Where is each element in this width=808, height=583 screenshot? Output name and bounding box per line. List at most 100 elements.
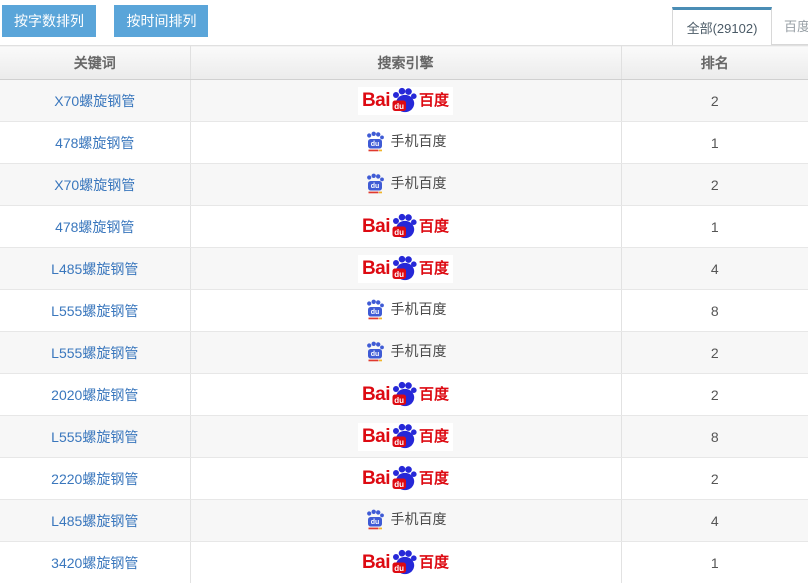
svg-text:du: du (370, 519, 379, 526)
mobile-baidu-icon: du (365, 509, 386, 530)
rank-cell: 2 (621, 458, 808, 500)
mobile-baidu-icon: du (365, 173, 386, 194)
rank-value: 1 (711, 555, 719, 571)
mobile-baidu-label: 手机百度 (391, 173, 447, 193)
baidu-logo-bai-text: Bai (362, 553, 390, 572)
rank-cell: 4 (621, 248, 808, 290)
column-header-keyword: 关键词 (0, 46, 190, 80)
baidu-logo-cn-text: 百度 (419, 555, 449, 570)
mobile-baidu: du 手机百度 (365, 299, 447, 320)
keyword-link[interactable]: 478螺旋钢管 (55, 135, 134, 151)
keyword-link[interactable]: L555螺旋钢管 (51, 429, 138, 445)
rank-value: 2 (711, 177, 719, 193)
engine-cell: Bai du 百度 (190, 416, 621, 458)
rank-value: 1 (711, 135, 719, 151)
baidu-logo-bai-text: Bai (362, 469, 390, 488)
baidu-logo: Bai du 百度 (358, 87, 453, 115)
keyword-cell: L485螺旋钢管 (0, 500, 190, 542)
svg-text:du: du (370, 309, 379, 316)
baidu-logo-cn-text: 百度 (419, 93, 449, 108)
rank-value: 2 (711, 387, 719, 403)
keyword-cell: L555螺旋钢管 (0, 290, 190, 332)
engine-cell: Bai du 百度 (190, 374, 621, 416)
baidu-logo: Bai du 百度 (358, 423, 453, 451)
keyword-cell: X70螺旋钢管 (0, 80, 190, 122)
svg-text:du: du (370, 141, 379, 148)
mobile-baidu-label: 手机百度 (391, 131, 447, 151)
mobile-baidu-label: 手机百度 (391, 509, 447, 529)
table-row: 3420螺旋钢管 Bai du 百度 (0, 542, 808, 583)
mobile-baidu-label: 手机百度 (391, 341, 447, 361)
mobile-baidu-label: 手机百度 (391, 299, 447, 319)
engine-cell: Bai du 百度 (190, 542, 621, 583)
rank-value: 4 (711, 513, 719, 529)
keyword-link[interactable]: X70螺旋钢管 (54, 93, 135, 109)
rank-value: 8 (711, 429, 719, 445)
baidu-paw-icon: du (391, 87, 418, 114)
keyword-link[interactable]: L485螺旋钢管 (51, 261, 138, 277)
tab-baidu[interactable]: 百度 (772, 7, 808, 45)
baidu-logo-bai-text: Bai (362, 259, 390, 278)
baidu-logo: Bai du 百度 (358, 381, 453, 409)
rank-value: 1 (711, 219, 719, 235)
rank-cell: 8 (621, 290, 808, 332)
table-row: 2020螺旋钢管 Bai du 百度 (0, 374, 808, 416)
mobile-baidu: du 手机百度 (365, 341, 447, 362)
engine-tabs: 全部(29102) 百度 (672, 7, 808, 45)
keyword-link[interactable]: X70螺旋钢管 (54, 177, 135, 193)
engine-cell: Bai du 百度 (190, 458, 621, 500)
keyword-cell: 478螺旋钢管 (0, 206, 190, 248)
rank-value: 2 (711, 345, 719, 361)
mobile-baidu-icon: du (365, 299, 386, 320)
rank-cell: 1 (621, 542, 808, 583)
baidu-logo-cn-text: 百度 (419, 429, 449, 444)
keyword-link[interactable]: L485螺旋钢管 (51, 513, 138, 529)
keyword-ranking-page: 按字数排列 按时间排列 全部(29102) 百度 关键词 搜索引擎 排名 X70… (0, 0, 808, 583)
baidu-logo-cn-text: 百度 (419, 261, 449, 276)
table-row: L485螺旋钢管 Bai du 百度 (0, 248, 808, 290)
sort-by-chars-button[interactable]: 按字数排列 (2, 5, 96, 37)
svg-text:du: du (370, 351, 379, 358)
keyword-link[interactable]: 3420螺旋钢管 (51, 555, 138, 571)
rank-value: 2 (711, 471, 719, 487)
baidu-logo-cn-text: 百度 (419, 471, 449, 486)
baidu-paw-icon: du (391, 549, 418, 576)
svg-text:du: du (394, 438, 404, 447)
baidu-logo-bai-text: Bai (362, 217, 390, 236)
rank-cell: 8 (621, 416, 808, 458)
mobile-baidu: du 手机百度 (365, 173, 447, 194)
baidu-logo: Bai du 百度 (358, 549, 453, 577)
table-row: L555螺旋钢管 (0, 290, 808, 332)
baidu-paw-icon: du (391, 213, 418, 240)
table-row: 478螺旋钢管 Bai du 百度 (0, 206, 808, 248)
baidu-paw-icon: du (391, 255, 418, 282)
table-row: L555螺旋钢管 Bai du 百度 (0, 416, 808, 458)
keyword-cell: L485螺旋钢管 (0, 248, 190, 290)
rank-value: 8 (711, 303, 719, 319)
rank-value: 4 (711, 261, 719, 277)
keyword-link[interactable]: L555螺旋钢管 (51, 345, 138, 361)
rank-cell: 2 (621, 80, 808, 122)
baidu-logo-bai-text: Bai (362, 385, 390, 404)
column-header-rank: 排名 (621, 46, 808, 80)
keyword-cell: 3420螺旋钢管 (0, 542, 190, 583)
baidu-logo: Bai du 百度 (358, 213, 453, 241)
mobile-baidu-icon: du (365, 131, 386, 152)
keyword-link[interactable]: 478螺旋钢管 (55, 219, 134, 235)
engine-cell: du 手机百度 (190, 290, 621, 332)
engine-cell: Bai du 百度 (190, 248, 621, 290)
table-row: X70螺旋钢管 (0, 164, 808, 206)
baidu-logo: Bai du 百度 (358, 465, 453, 493)
tab-all[interactable]: 全部(29102) (672, 7, 772, 45)
ranking-table: 关键词 搜索引擎 排名 X70螺旋钢管 Bai du (0, 45, 808, 583)
table-row: 2220螺旋钢管 Bai du 百度 (0, 458, 808, 500)
baidu-logo-cn-text: 百度 (419, 219, 449, 234)
keyword-link[interactable]: 2220螺旋钢管 (51, 471, 138, 487)
rank-cell: 4 (621, 500, 808, 542)
keyword-link[interactable]: L555螺旋钢管 (51, 303, 138, 319)
keyword-link[interactable]: 2020螺旋钢管 (51, 387, 138, 403)
mobile-baidu: du 手机百度 (365, 509, 447, 530)
svg-text:du: du (394, 480, 404, 489)
sort-by-time-button[interactable]: 按时间排列 (114, 5, 208, 37)
baidu-logo-bai-text: Bai (362, 427, 390, 446)
